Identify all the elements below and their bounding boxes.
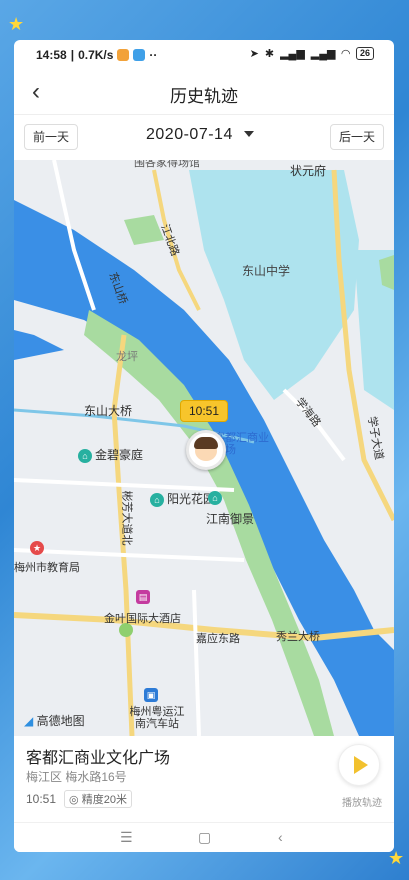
poi-icon: ⌂ [208,490,222,505]
app-notification-icon [133,49,146,61]
map-label: 状元府 [290,164,327,178]
map-label: 东山大桥 [84,404,133,418]
more-icon: ·· [149,48,158,62]
next-day-button[interactable]: 后一天 [329,124,384,150]
map-label: 金叶国际大酒店 [104,613,181,625]
title-bar: ‹ 历史轨迹 [14,70,394,115]
location-info-panel: 客都汇商业文化广场 梅江区 梅水路16号 10:51 ◎ 精度20米 播放轨迹 [14,736,394,820]
map-label: 秀兰大桥 [276,631,320,643]
signal-icon: ▂▄▆ [280,48,305,60]
menu-icon[interactable]: ☰ [120,829,133,846]
map-poi-education: ★ [30,540,47,555]
signal-icon: ▂▄▆ [310,48,336,60]
app-notification-icon [117,49,130,61]
map-poi-jinbihaoting: ⌂ 金碧豪庭 [78,446,143,463]
hotel-icon: ▤ [136,590,150,604]
chevron-down-icon[interactable] [244,131,254,137]
map-poi-jiangnan: ⌂ [208,490,225,505]
poi-icon: ★ [30,540,44,555]
map-label: 梅州市教育局 [14,562,80,574]
date-selector[interactable]: 2020-07-14 [146,126,233,144]
map-poi-bus: ▣ [144,688,161,702]
map-label: 围各家得场馆 [134,160,200,169]
bluetooth-icon: ✱ [264,48,275,60]
location-time: 10:51 [26,792,57,806]
poi-icon: ⌂ [150,492,164,507]
map-label: 东山中学 [242,264,291,278]
battery-indicator: 26 [355,47,374,60]
map-label: 彬芳大道北 [120,490,133,546]
play-track-label: 播放轨迹 [342,798,382,809]
map-logo-icon: ◢ [24,714,34,728]
back-nav-icon[interactable]: ‹ [278,829,283,845]
play-track-button[interactable] [338,744,380,786]
map-label: 龙坪 [116,351,138,363]
map-label: 江南御景 [206,512,255,526]
map-poi-hotel: ▤ [136,590,153,604]
system-nav-bar: ☰ ▢ ‹ [14,822,394,852]
star-decoration-icon: ★ [8,14,25,34]
accuracy-badge: ◎ 精度20米 [64,790,132,808]
date-bar: 前一天 2020-07-14 后一天 [14,115,394,159]
page-title: 历史轨迹 [170,87,238,106]
previous-day-button[interactable]: 前一天 [24,124,79,150]
accuracy-icon: ◎ [69,794,79,806]
bus-icon: ▣ [144,688,158,702]
map-view[interactable]: 围各家得场馆 状元府 东山中学 江北路 东山桥 龙坪 东山大桥 学海路 学子大道… [14,160,394,736]
place-name: 客都汇商业文化广场 [26,750,171,767]
home-icon[interactable]: ▢ [198,829,211,846]
phone-screen: 14:58 | 0.7K/s ·· ➤ ✱ ▂▄▆ ▂▄▆ ◠ 26 ‹ 历史轨… [14,40,394,852]
status-time: 14:58 [36,48,67,62]
play-icon [354,756,368,774]
status-bar: 14:58 | 0.7K/s ·· ➤ ✱ ▂▄▆ ▂▄▆ ◠ 26 [14,40,394,70]
map-label: 梅州粤运江南汽车站 [129,706,185,730]
map-poi-yangguang: ⌂ 阳光花园 [150,490,215,507]
map-label: 嘉应东路 [196,633,240,645]
location-meta: 10:51 ◎ 精度20米 [26,790,132,808]
wifi-icon: ◠ [341,48,350,60]
poi-icon: ⌂ [78,448,92,463]
place-address: 梅江区 梅水路16号 [26,770,127,784]
network-speed: 0.7K/s [78,48,114,62]
location-icon: ➤ [249,48,259,60]
track-time-badge[interactable]: 10:51 [180,400,229,422]
user-avatar-marker[interactable] [186,430,226,470]
amap-logo: ◢ 高德地图 [24,714,85,728]
